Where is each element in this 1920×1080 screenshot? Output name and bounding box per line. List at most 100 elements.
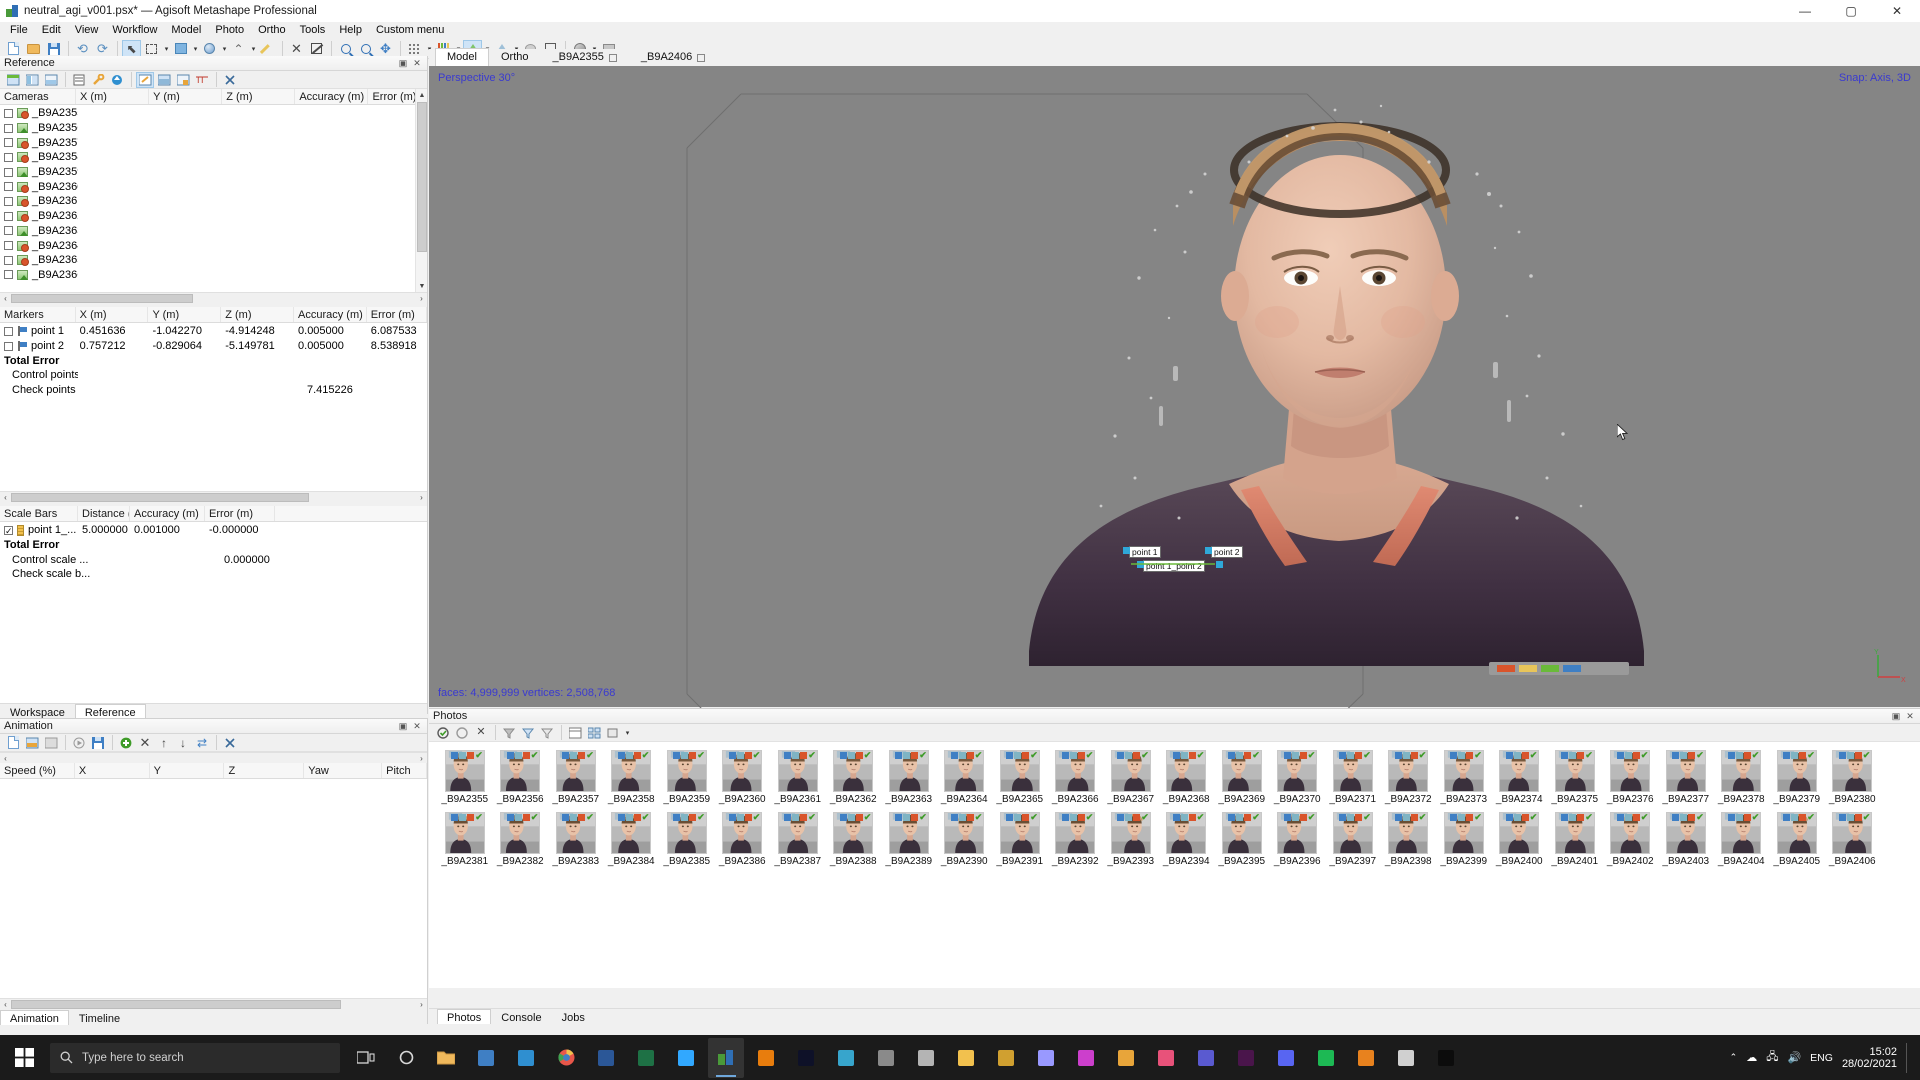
- photo-thumbnail[interactable]: ✔ _B9A2374: [1492, 750, 1548, 805]
- photo-thumbnail-image[interactable]: ✔: [555, 750, 596, 792]
- thumbnail-size-dropdown-icon[interactable]: ▾: [623, 724, 632, 742]
- photo-thumbnail-image[interactable]: ✔: [1610, 812, 1651, 854]
- photo-thumbnail[interactable]: ✔ _B9A2394: [1159, 812, 1215, 867]
- accuracy-icon[interactable]: II: [193, 72, 211, 88]
- photo-thumbnail[interactable]: ✔ _B9A2376: [1603, 750, 1659, 805]
- photo-thumbnail-image[interactable]: ✔: [555, 812, 596, 854]
- marker-checkbox[interactable]: [4, 341, 13, 351]
- photo-thumbnail-image[interactable]: ✔: [944, 812, 985, 854]
- animation-bottom-scrollbar[interactable]: ‹ ›: [0, 998, 427, 1010]
- thumbnail-size-icon[interactable]: [604, 725, 622, 741]
- save-track-icon[interactable]: [42, 735, 60, 751]
- point-cloud-icon[interactable]: [405, 40, 424, 58]
- taskbar-edge-icon[interactable]: [508, 1038, 544, 1078]
- camera-row[interactable]: _B9A2365: [0, 253, 427, 268]
- animation-bottom-scroll-left-icon[interactable]: ‹: [0, 998, 11, 1010]
- reset-filter-icon[interactable]: [500, 725, 518, 741]
- dock-tab-reference[interactable]: Reference: [74, 704, 146, 719]
- animation-panel-close-icon[interactable]: ✕: [411, 720, 423, 732]
- view-estimated-icon[interactable]: [136, 71, 154, 88]
- photo-thumbnail-image[interactable]: ✔: [1332, 750, 1373, 792]
- reset-view-icon[interactable]: ✥: [376, 40, 395, 58]
- photo-thumbnail[interactable]: ✔ _B9A2377: [1658, 750, 1714, 805]
- photo-thumbnail[interactable]: ✔ _B9A2369: [1214, 750, 1270, 805]
- col-pitch[interactable]: Pitch: [382, 763, 428, 778]
- taskbar-photoshop-icon[interactable]: [668, 1038, 704, 1078]
- tray-network-icon[interactable]: 🖧: [1766, 1048, 1778, 1067]
- taskbar-aftereffects-icon[interactable]: [1068, 1038, 1104, 1078]
- photo-thumbnail[interactable]: ✔ _B9A2372: [1381, 750, 1437, 805]
- taskbar-teams-icon[interactable]: [1188, 1038, 1224, 1078]
- col-camera-accuracy[interactable]: Accuracy (m): [295, 89, 369, 104]
- export-reference-icon[interactable]: [23, 72, 41, 88]
- animation-bottom-scroll-thumb[interactable]: [11, 999, 341, 1009]
- photo-thumbnail[interactable]: ✔ _B9A2379: [1769, 750, 1825, 805]
- photo-thumbnail-image[interactable]: ✔: [1166, 812, 1207, 854]
- photo-thumbnail-image[interactable]: ✔: [888, 812, 929, 854]
- cameras-scroll-up-icon[interactable]: ▲: [416, 89, 428, 101]
- draw-polyline-icon[interactable]: ⌃: [229, 40, 248, 58]
- open-track-icon[interactable]: [23, 735, 41, 751]
- photo-thumbnail-image[interactable]: ✔: [1332, 812, 1373, 854]
- menu-ortho[interactable]: Ortho: [251, 22, 293, 39]
- menu-file[interactable]: File: [3, 22, 35, 39]
- camera-checkbox[interactable]: [4, 123, 13, 133]
- cameras-vertical-scrollbar[interactable]: ▲ ▼: [415, 89, 427, 292]
- reference-settings-icon[interactable]: [70, 72, 88, 88]
- photo-thumbnail[interactable]: ✔ _B9A2367: [1103, 750, 1159, 805]
- photo-thumbnail[interactable]: ✔ _B9A2386: [715, 812, 771, 867]
- photo-thumbnail[interactable]: ✔ _B9A2387: [770, 812, 826, 867]
- markers-horizontal-scrollbar[interactable]: ‹ ›: [0, 491, 427, 503]
- menu-model[interactable]: Model: [164, 22, 208, 39]
- view-error-icon[interactable]: [174, 72, 192, 88]
- tab-ortho[interactable]: Ortho: [489, 48, 541, 66]
- bottom-tab-console[interactable]: Console: [491, 1009, 551, 1024]
- update-transform-icon[interactable]: [108, 72, 126, 88]
- filter-by-points-icon[interactable]: [538, 725, 556, 741]
- photo-thumbnail[interactable]: ✔ _B9A2356: [493, 750, 549, 805]
- play-icon[interactable]: [70, 735, 88, 751]
- camera-row[interactable]: _B9A2362: [0, 209, 427, 224]
- minimize-button[interactable]: —: [1782, 0, 1828, 22]
- photo-thumbnail-image[interactable]: ✔: [1832, 812, 1873, 854]
- tab-photo-b9a2355[interactable]: _B9A2355: [540, 48, 628, 66]
- photo-thumbnail[interactable]: ✔ _B9A2370: [1270, 750, 1326, 805]
- photo-thumbnail[interactable]: ✔ _B9A2363: [881, 750, 937, 805]
- photo-thumbnail-image[interactable]: ✔: [666, 812, 707, 854]
- photo-thumbnail[interactable]: ✔ _B9A2397: [1325, 812, 1381, 867]
- animation-horizontal-scrollbar[interactable]: ‹ ›: [0, 752, 427, 764]
- taskbar-maya-icon[interactable]: [828, 1038, 864, 1078]
- photo-thumbnail-image[interactable]: ✔: [1110, 750, 1151, 792]
- photo-thumbnail-image[interactable]: ✔: [500, 812, 541, 854]
- free-form-selection-dropdown-icon[interactable]: ▾: [191, 40, 200, 58]
- photo-thumbnail[interactable]: ✔ _B9A2404: [1714, 812, 1770, 867]
- col-scalebar-accuracy[interactable]: Accuracy (m): [130, 506, 205, 521]
- tab-model[interactable]: Model: [435, 48, 489, 66]
- photo-thumbnail-image[interactable]: ✔: [1443, 812, 1484, 854]
- tray-onedrive-icon[interactable]: ☁: [1746, 1051, 1757, 1064]
- photo-thumbnail-image[interactable]: ✔: [944, 750, 985, 792]
- shape-selection-dropdown-icon[interactable]: ▾: [220, 40, 229, 58]
- tab-close-icon[interactable]: [608, 53, 617, 62]
- scalebar-checkbox[interactable]: [4, 524, 13, 537]
- taskbar-substance-icon[interactable]: [908, 1038, 944, 1078]
- photo-thumbnail[interactable]: ✔ _B9A2383: [548, 812, 604, 867]
- photo-thumbnail[interactable]: ✔ _B9A2389: [881, 812, 937, 867]
- taskbar-chrome-icon[interactable]: [548, 1038, 584, 1078]
- photo-thumbnail-image[interactable]: ✔: [1610, 750, 1651, 792]
- camera-row[interactable]: _B9A2355: [0, 106, 427, 121]
- close-button[interactable]: ✕: [1874, 0, 1920, 22]
- photo-thumbnail[interactable]: ✔ _B9A2362: [826, 750, 882, 805]
- cameras-hscroll-left-icon[interactable]: ‹: [0, 292, 11, 304]
- photo-thumbnail[interactable]: ✔ _B9A2359: [659, 750, 715, 805]
- tray-language-indicator[interactable]: ENG: [1810, 1052, 1833, 1064]
- col-markers[interactable]: Markers: [0, 307, 76, 322]
- col-anim-z[interactable]: Z: [224, 763, 305, 778]
- photo-thumbnail[interactable]: ✔ _B9A2366: [1048, 750, 1104, 805]
- menu-custom[interactable]: Custom menu: [369, 22, 451, 39]
- zoom-out-icon[interactable]: [356, 40, 375, 58]
- photo-thumbnail[interactable]: ✔ _B9A2380: [1825, 750, 1881, 805]
- photo-thumbnail-image[interactable]: ✔: [777, 812, 818, 854]
- col-camera-y[interactable]: Y (m): [149, 89, 223, 104]
- dock-tab-workspace[interactable]: Workspace: [0, 704, 75, 719]
